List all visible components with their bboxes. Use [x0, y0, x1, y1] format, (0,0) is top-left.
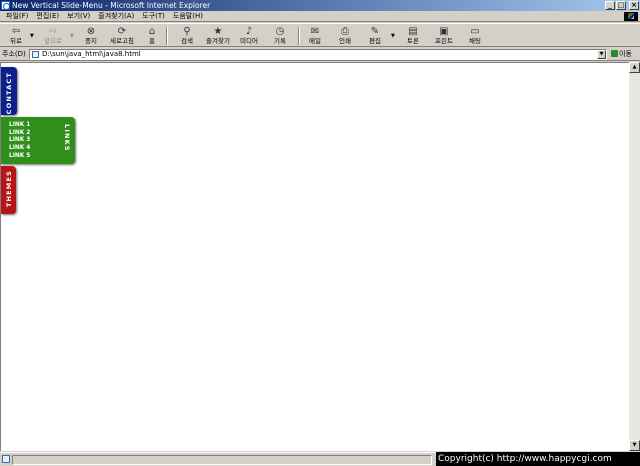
edit-icon: ✎	[370, 26, 380, 37]
discuss-icon: ▤	[408, 26, 418, 37]
go-button[interactable]: 이동	[611, 50, 632, 59]
address-bar: 주소(D) D:\sun\java_html\java8.html ▼ 이동	[0, 48, 640, 61]
toolbar-separator	[166, 27, 168, 45]
printer-icon: ▣	[439, 26, 449, 37]
links-list: LINK 1 LINK 2 LINK 3 LINK 4 LINK 5	[9, 122, 30, 161]
link-item[interactable]: LINK 1	[9, 122, 30, 130]
refresh-label: 새로고침	[110, 37, 134, 45]
menu-bar: 파일(F) 편집(E) 보기(V) 즐겨찾기(A) 도구(T) 도움말(H)	[0, 11, 640, 22]
home-icon: ⌂	[148, 26, 156, 37]
home-button[interactable]: ⌂ 홈	[144, 25, 160, 47]
menu-help[interactable]: 도움말(H)	[173, 12, 203, 21]
refresh-button[interactable]: ⟳ 새로고침	[106, 25, 138, 47]
print-button[interactable]: ⎙ 인쇄	[334, 25, 356, 47]
back-dropdown-icon[interactable]: ▼	[30, 33, 34, 39]
menu-file[interactable]: 파일(F)	[6, 12, 28, 21]
search-button[interactable]: ⚲ 검색	[176, 25, 198, 47]
edit-dropdown-icon[interactable]: ▼	[391, 33, 395, 39]
menu-view[interactable]: 보기(V)	[67, 12, 90, 21]
vertical-scrollbar[interactable]: ▲ ▼	[629, 62, 640, 451]
messenger-icon: ▭	[470, 26, 480, 37]
discuss-label: 토론	[407, 37, 419, 45]
link-item[interactable]: LINK 3	[9, 137, 30, 145]
stop-icon: ⊗	[86, 26, 96, 37]
link-item[interactable]: LINK 2	[9, 130, 30, 138]
slide-menu-themes[interactable]: THEMES	[1, 166, 16, 214]
browser-window: New Vertical Slide-Menu - Microsoft Inte…	[0, 0, 640, 466]
mail-label: 메일	[309, 37, 321, 45]
forward-dropdown-icon[interactable]: ▼	[70, 33, 74, 39]
link-item[interactable]: LINK 4	[9, 145, 30, 153]
page-icon	[32, 51, 39, 58]
forward-arrow-icon: ⇨	[48, 26, 58, 37]
home-label: 홈	[149, 37, 155, 45]
forward-button[interactable]: ⇨ 앞으로	[40, 25, 66, 47]
address-input[interactable]: D:\sun\java_html\java8.html ▼	[29, 49, 607, 60]
status-page-icon	[2, 455, 10, 463]
title-bar: New Vertical Slide-Menu - Microsoft Inte…	[0, 0, 640, 11]
stop-label: 중지	[85, 37, 97, 45]
edit-label: 편집	[369, 37, 381, 45]
print-label: 인쇄	[339, 37, 351, 45]
toolbar-separator	[298, 27, 300, 45]
favorites-label: 즐겨찾기	[206, 37, 230, 45]
media-button[interactable]: ♪ 미디어	[236, 25, 262, 47]
back-label: 뒤로	[10, 37, 22, 45]
scroll-up-icon[interactable]: ▲	[629, 62, 640, 73]
standard-toolbar: ⇦ 뒤로 ▼ ⇨ 앞으로 ▼ ⊗ 중지 ⟳ 새로고침 ⌂ 홈 ⚲ 검색 ★ 즐겨…	[0, 23, 640, 47]
messenger-button[interactable]: ▭ 채팅	[464, 25, 486, 47]
address-url[interactable]: D:\sun\java_html\java8.html	[42, 50, 141, 59]
maximize-button[interactable]: □	[616, 1, 626, 10]
caption-buttons: _ □ ×	[605, 1, 639, 10]
ie-app-icon[interactable]	[1, 1, 10, 10]
forward-label: 앞으로	[44, 37, 62, 45]
search-label: 검색	[181, 37, 193, 45]
mail-icon: ✉	[310, 26, 320, 37]
minimize-button[interactable]: _	[605, 1, 615, 10]
back-arrow-icon: ⇦	[11, 26, 21, 37]
printer-label: 프린트	[435, 37, 453, 45]
back-button[interactable]: ⇦ 뒤로	[4, 25, 28, 47]
print-icon: ⎙	[341, 26, 349, 37]
slide-menu-links[interactable]: LINK 1 LINK 2 LINK 3 LINK 4 LINK 5 LINKS	[1, 117, 75, 164]
go-arrow-icon	[611, 50, 618, 57]
slide-menu-contact[interactable]: CONTACT	[1, 67, 17, 115]
page-content: CONTACT LINK 1 LINK 2 LINK 3 LINK 4 LINK…	[0, 62, 629, 451]
media-icon: ♪	[245, 26, 253, 37]
link-item[interactable]: LINK 5	[9, 153, 30, 161]
favorites-icon: ★	[213, 26, 223, 37]
menu-favorites[interactable]: 즐겨찾기(A)	[98, 12, 134, 21]
address-label: 주소(D)	[2, 50, 26, 58]
search-icon: ⚲	[183, 26, 191, 37]
window-title: New Vertical Slide-Menu - Microsoft Inte…	[12, 1, 211, 10]
links-tab-label: LINKS	[63, 124, 71, 152]
history-label: 기록	[274, 37, 286, 45]
address-dropdown-icon[interactable]: ▼	[597, 50, 606, 59]
status-text-well	[12, 455, 432, 465]
history-button[interactable]: ◷ 기록	[268, 25, 292, 47]
stop-button[interactable]: ⊗ 중지	[80, 25, 102, 47]
edit-button[interactable]: ✎ 편집	[364, 25, 386, 47]
favorites-button[interactable]: ★ 즐겨찾기	[202, 25, 234, 47]
discuss-button[interactable]: ▤ 토론	[402, 25, 424, 47]
menu-tools[interactable]: 도구(T)	[142, 12, 165, 21]
messenger-label: 채팅	[469, 37, 481, 45]
menu-edit[interactable]: 편집(E)	[36, 12, 59, 21]
windows-logo-icon	[624, 12, 638, 21]
printer-button[interactable]: ▣ 프린트	[432, 25, 456, 47]
scroll-down-icon[interactable]: ▼	[629, 440, 640, 451]
close-button[interactable]: ×	[629, 1, 639, 10]
mail-button[interactable]: ✉ 메일	[304, 25, 326, 47]
go-label: 이동	[619, 50, 632, 58]
history-icon: ◷	[275, 26, 285, 37]
themes-tab-label: THEMES	[5, 170, 13, 208]
media-label: 미디어	[240, 37, 258, 45]
copyright-banner: Copyright(c) http://www.happycgi.com	[436, 452, 640, 466]
refresh-icon: ⟳	[117, 26, 127, 37]
contact-tab-label: CONTACT	[5, 72, 13, 115]
